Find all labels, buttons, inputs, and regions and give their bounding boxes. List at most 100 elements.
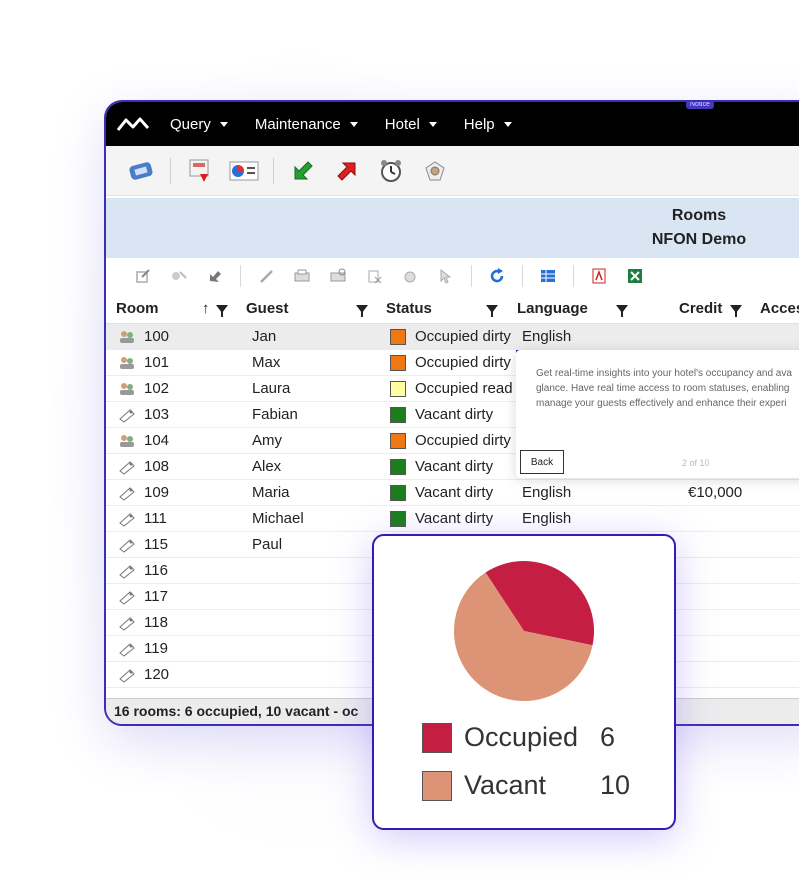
phone-icon[interactable] — [126, 157, 156, 185]
filter-icon[interactable] — [730, 305, 742, 317]
status-color-swatch — [390, 355, 406, 371]
guest-name: Alex — [252, 458, 282, 475]
status-color-swatch — [390, 329, 406, 345]
room-number: 103 — [144, 406, 170, 423]
excel-icon[interactable] — [624, 265, 646, 287]
room-status: Vacant dirty — [415, 510, 494, 527]
guest-language: English — [522, 510, 572, 527]
caret-down-icon — [219, 121, 228, 127]
filter-icon[interactable] — [616, 305, 628, 317]
room-status: Vacant dirty — [415, 484, 494, 501]
filter-icon[interactable] — [216, 305, 228, 317]
toolbar-divider — [471, 265, 472, 287]
menu-query[interactable]: Query — [170, 116, 228, 133]
legend-value-vacant: 10 — [600, 770, 631, 800]
pdf-icon[interactable] — [588, 265, 610, 287]
room-status: Occupied read — [415, 380, 513, 397]
print-icon[interactable] — [291, 265, 313, 287]
status-color-swatch — [390, 407, 406, 423]
room-number: 108 — [144, 458, 170, 475]
page-title: Rooms — [671, 207, 727, 224]
guest-credit: €10,000 — [688, 484, 743, 501]
vacant-room-icon — [119, 513, 135, 527]
chart-icon[interactable] — [229, 157, 259, 185]
toolbar-divider — [170, 157, 171, 184]
forward-icon[interactable] — [204, 265, 226, 287]
guest-language: English — [522, 484, 572, 501]
guest-name: Paul — [252, 536, 283, 553]
room-number: 118 — [144, 614, 168, 631]
menu-help-label: Help — [463, 115, 495, 133]
report-icon[interactable] — [185, 157, 215, 185]
col-room[interactable]: Room — [116, 300, 159, 317]
room-number: 101 — [144, 354, 170, 371]
main-toolbar — [106, 146, 799, 196]
col-credit[interactable]: Credit — [679, 300, 722, 317]
status-color-swatch — [390, 485, 406, 501]
col-access[interactable]: Acces — [760, 300, 799, 317]
sort-asc-icon[interactable]: ↑ — [202, 300, 210, 317]
table-row[interactable]: 109 Maria Vacant dirty English €10,000 — [106, 480, 799, 506]
tour-tooltip: Get real-time insights into your hotel's… — [516, 350, 799, 478]
pointer-icon[interactable] — [435, 265, 457, 287]
room-number: 102 — [144, 380, 170, 397]
edit-icon[interactable] — [255, 265, 277, 287]
table-icon[interactable] — [537, 265, 559, 287]
app-logo-icon — [116, 117, 150, 131]
filter-icon[interactable] — [486, 305, 498, 317]
room-number: 116 — [144, 562, 168, 579]
col-status[interactable]: Status — [386, 300, 432, 317]
import-icon[interactable] — [168, 265, 190, 287]
page-title-box: Rooms NFON Demo — [106, 198, 799, 258]
tooltip-page-indicator: 2 of 10 — [682, 458, 710, 468]
caret-down-icon — [349, 121, 358, 127]
status-color-swatch — [390, 459, 406, 475]
caret-down-icon — [428, 121, 437, 127]
hand-icon[interactable] — [399, 265, 421, 287]
vacant-room-icon — [119, 617, 135, 631]
caret-down-icon — [503, 121, 512, 127]
settings-icon[interactable] — [420, 157, 450, 185]
menu-maintenance[interactable]: Maintenance — [255, 116, 358, 133]
room-status: Vacant dirty — [415, 458, 494, 475]
guest-name: Michael — [252, 510, 304, 527]
room-status: Vacant dirty — [415, 406, 494, 423]
table-row[interactable]: 111 Michael Vacant dirty English — [106, 506, 799, 532]
guest-name: Max — [252, 354, 281, 371]
guest-name: Laura — [252, 380, 291, 397]
alarm-clock-icon[interactable] — [376, 157, 406, 185]
check-in-icon[interactable] — [288, 157, 318, 185]
legend-value-occupied: 6 — [600, 722, 616, 752]
legend-item-occupied: Occupied 6 — [422, 722, 615, 753]
vacant-room-icon — [119, 461, 135, 475]
legend-label-vacant: Vacant — [464, 770, 547, 800]
col-language[interactable]: Language — [517, 300, 588, 317]
guest-name: Jan — [252, 328, 277, 345]
menu-help[interactable]: Help — [464, 116, 512, 133]
back-button[interactable]: Back — [520, 450, 564, 474]
vacant-room-icon — [119, 409, 135, 423]
menu-hotel[interactable]: Hotel — [385, 116, 437, 133]
toolbar-divider — [573, 265, 574, 287]
room-number: 104 — [144, 432, 170, 449]
vacant-room-icon — [119, 643, 135, 657]
print-preview-icon[interactable] — [327, 265, 349, 287]
status-color-swatch — [390, 381, 406, 397]
status-color-swatch — [390, 511, 406, 527]
guest-name: Fabian — [252, 406, 298, 423]
room-number: 100 — [144, 328, 170, 345]
menu-bar: Query Maintenance Hotel Help Notice — [106, 102, 799, 146]
menu-maintenance-label: Maintenance — [254, 115, 341, 133]
check-out-icon[interactable] — [332, 157, 362, 185]
room-status: Occupied dirty — [415, 328, 511, 345]
delete-icon[interactable] — [363, 265, 385, 287]
table-row[interactable]: 100 Jan Occupied dirty English — [106, 324, 799, 353]
occupied-room-icon — [120, 435, 134, 447]
status-color-swatch — [390, 433, 406, 449]
vacant-room-icon — [119, 565, 135, 579]
guest-name: Maria — [252, 484, 290, 501]
col-guest[interactable]: Guest — [246, 300, 289, 317]
filter-icon[interactable] — [356, 305, 368, 317]
refresh-icon[interactable] — [486, 265, 508, 287]
export-icon[interactable] — [132, 265, 154, 287]
